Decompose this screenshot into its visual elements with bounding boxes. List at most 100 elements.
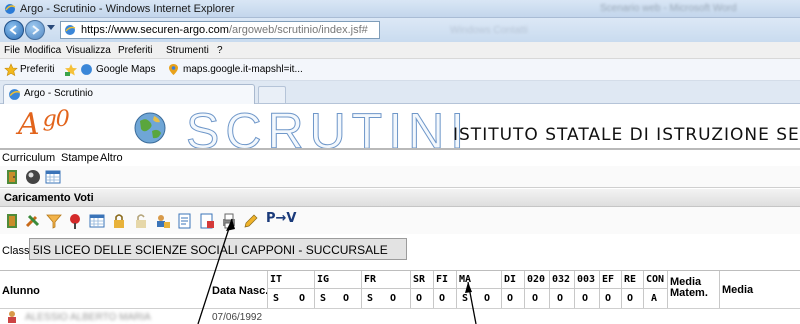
class-select[interactable]: 5IS LICEO DELLE SCIENZE SOCIALI CAPPONI … xyxy=(29,238,407,260)
col-sr-o: O xyxy=(416,293,423,304)
col-divider xyxy=(410,271,411,309)
address-extra-blur: Windows Contatti xyxy=(450,25,528,36)
col-divider xyxy=(574,271,575,309)
address-row: https://www.securen-argo.com/argoweb/scr… xyxy=(0,18,800,42)
menu-strumenti[interactable]: Strumenti xyxy=(166,45,209,56)
col-ef[interactable]: EF xyxy=(602,274,614,285)
favorites-button[interactable]: Preferiti xyxy=(20,64,54,75)
col-data-nasc[interactable]: Data Nasc. xyxy=(212,285,268,297)
window-titlebar: Argo - Scrutinio - Windows Internet Expl… xyxy=(0,0,800,18)
history-dropdown-icon[interactable] xyxy=(47,25,55,31)
exit-door-icon[interactable] xyxy=(4,212,22,230)
col-re[interactable]: RE xyxy=(624,274,636,285)
unlock-icon[interactable] xyxy=(132,212,150,230)
col-con-a: A xyxy=(651,293,658,304)
col-it-s: S xyxy=(273,293,280,304)
users-lock-icon[interactable] xyxy=(154,212,172,230)
voti-toolbar: P→V xyxy=(0,207,800,234)
favorite-maps-link[interactable]: maps.google.it-mapshl=it... xyxy=(183,64,303,75)
col-ma-o: O xyxy=(484,293,491,304)
print-icon[interactable] xyxy=(220,212,238,230)
favorite-google-maps[interactable]: Google Maps xyxy=(96,64,155,75)
url-path: /argoweb/scrutinio/index.jsf# xyxy=(228,24,368,36)
col-ig[interactable]: IG xyxy=(317,274,329,285)
menu-curriculum[interactable]: Curriculum xyxy=(2,152,55,164)
header-divider xyxy=(267,288,667,289)
app-small-toolbar xyxy=(0,166,800,188)
col-fi[interactable]: FI xyxy=(436,274,448,285)
address-bar[interactable]: https://www.securen-argo.com/argoweb/scr… xyxy=(60,21,380,39)
col-re-o: O xyxy=(627,293,634,304)
col-media[interactable]: Media xyxy=(722,284,753,296)
col-divider xyxy=(643,271,644,309)
class-value: 5IS LICEO DELLE SCIENZE SOCIALI CAPPONI … xyxy=(33,243,388,257)
panel-title: Caricamento Voti xyxy=(4,192,94,204)
tab-ie-icon xyxy=(9,89,21,100)
col-ma[interactable]: MA xyxy=(459,274,471,285)
menu-visualizza[interactable]: Visualizza xyxy=(66,45,111,56)
menu-stampe[interactable]: Stampe xyxy=(61,152,99,164)
back-button[interactable] xyxy=(4,20,24,40)
app-menubar: Curriculum Stampe Altro xyxy=(0,150,800,166)
grades-table-header: Alunno Data Nasc. IT S O IG S O FR S O S… xyxy=(0,270,800,309)
menu-file[interactable]: File xyxy=(4,45,20,56)
col-media-matem[interactable]: Media Matem. xyxy=(670,277,718,299)
browser-menubar: File Modifica Visualizza Preferiti Strum… xyxy=(0,42,800,59)
url-text: https://www.securen-argo.com/argoweb/scr… xyxy=(81,24,368,36)
col-003-o: O xyxy=(582,293,589,304)
globe-icon xyxy=(134,112,166,144)
menu-help[interactable]: ? xyxy=(217,45,223,56)
col-divider xyxy=(621,271,622,309)
col-divider xyxy=(314,271,315,309)
pv-button[interactable]: P→V xyxy=(266,211,296,226)
col-it-o: O xyxy=(299,293,306,304)
col-it[interactable]: IT xyxy=(270,274,282,285)
col-alunno[interactable]: Alunno xyxy=(2,285,40,297)
col-032[interactable]: 032 xyxy=(552,274,570,285)
funnel-icon[interactable] xyxy=(45,212,63,230)
menu-preferiti[interactable]: Preferiti xyxy=(118,45,152,56)
add-favorite-icon[interactable] xyxy=(64,63,78,77)
exit-door-icon[interactable] xyxy=(4,168,22,186)
col-020[interactable]: 020 xyxy=(527,274,545,285)
col-di[interactable]: DI xyxy=(504,274,516,285)
document-view-icon[interactable] xyxy=(176,212,194,230)
maps-pin-icon xyxy=(169,64,178,75)
tab-argo-scrutinio[interactable]: Argo - Scrutinio xyxy=(3,84,255,104)
col-ig-s: S xyxy=(320,293,327,304)
col-con[interactable]: CON xyxy=(646,274,664,285)
pin-icon[interactable] xyxy=(66,212,84,230)
help-ball-icon[interactable] xyxy=(24,168,42,186)
col-fi-o: O xyxy=(439,293,446,304)
forward-button[interactable] xyxy=(25,20,45,40)
favorites-star-icon xyxy=(4,63,18,77)
menu-modifica[interactable]: Modifica xyxy=(24,45,61,56)
calendar-grid-icon[interactable] xyxy=(44,168,62,186)
col-sr[interactable]: SR xyxy=(413,274,425,285)
student-name: ALESSIO ALBERTO MARIA xyxy=(25,312,151,323)
lock-icon[interactable] xyxy=(110,212,128,230)
browser-tabbar: Argo - Scrutinio xyxy=(0,81,800,104)
pencil-icon[interactable] xyxy=(242,212,260,230)
student-icon xyxy=(8,311,16,323)
col-divider xyxy=(501,271,502,309)
col-fr[interactable]: FR xyxy=(364,274,376,285)
school-name: ISTITUTO STATALE DI ISTRUZIONE SECONDARI… xyxy=(453,125,800,145)
col-032-o: O xyxy=(557,293,564,304)
window-title: Argo - Scrutinio - Windows Internet Expl… xyxy=(20,3,235,15)
new-tab-button[interactable] xyxy=(258,86,286,103)
menu-altro[interactable]: Altro xyxy=(100,152,123,164)
col-003[interactable]: 003 xyxy=(577,274,595,285)
app-header: Ag0 SCRUTINI ISTITUTO STATALE DI ISTRUZI… xyxy=(0,104,800,150)
col-fr-s: S xyxy=(367,293,374,304)
col-ig-o: O xyxy=(343,293,350,304)
tools-icon[interactable] xyxy=(24,212,42,230)
class-row: Classe: 5IS LICEO DELLE SCIENZE SOCIALI … xyxy=(0,236,800,262)
report-edit-icon[interactable] xyxy=(198,212,216,230)
col-divider xyxy=(361,271,362,309)
grid-view-icon[interactable] xyxy=(88,212,106,230)
col-divider xyxy=(599,271,600,309)
table-row[interactable]: ALESSIO ALBERTO MARIA 07/06/1992 xyxy=(0,308,800,324)
col-divider xyxy=(667,271,668,309)
page-icon xyxy=(65,25,76,35)
